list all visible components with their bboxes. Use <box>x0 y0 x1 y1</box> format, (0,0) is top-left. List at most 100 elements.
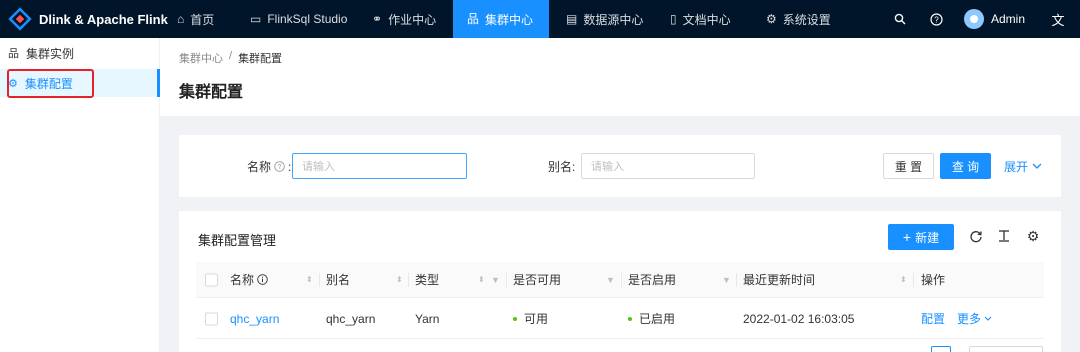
home-icon: ⌂ <box>177 12 185 26</box>
cluster-icon: 品 <box>8 48 19 60</box>
column-divider <box>506 273 507 287</box>
table-title: 集群配置管理 <box>198 233 277 248</box>
sort-icon[interactable]: ⬍ <box>396 262 403 297</box>
page-title: 集群配置 <box>179 84 244 101</box>
filter-icon[interactable]: ▼ <box>606 262 615 297</box>
settings-icon: ⚙ <box>766 12 777 26</box>
sort-icon[interactable]: ⬍ <box>478 262 485 297</box>
name-label-text: 名称 <box>247 160 272 174</box>
sidebar-item-label: 集群实例 <box>26 46 75 61</box>
info-icon <box>257 274 268 285</box>
brand-title: Dlink & Apache Flink <box>39 11 168 27</box>
breadcrumb-parent[interactable]: 集群中心 <box>179 50 223 66</box>
table-header: 名称 ⬍ 别名 ⬍ 类型 ⬍ ▼ 是否可用 ▼ 是否启用 ▼ 最近更新时间 ⬍ <box>196 262 1044 298</box>
expand-label: 展开 <box>1003 159 1028 174</box>
column-header-enabled[interactable]: 是否启用 <box>628 262 676 297</box>
flink-logo-icon <box>8 7 32 31</box>
plus-icon: + <box>902 229 912 245</box>
nav-cluster-center-label: 集群中心 <box>485 12 534 27</box>
config-link[interactable]: 配置 <box>921 299 945 338</box>
new-button[interactable]: + 新建 <box>888 224 954 250</box>
nav-datasource-center[interactable]: ▤ 数据源中心 <box>552 0 657 38</box>
column-header-updated[interactable]: 最近更新时间 <box>743 262 815 297</box>
colon: : <box>288 159 292 174</box>
expand-button[interactable]: 展开 <box>1001 153 1045 179</box>
filter-icon[interactable]: ▼ <box>722 262 731 297</box>
breadcrumb: 集群中心 / 集群配置 <box>179 50 282 66</box>
column-divider <box>736 273 737 287</box>
page-header: 集群中心 / 集群配置 集群配置 <box>160 38 1080 116</box>
column-alias-label: 别名 <box>326 273 351 287</box>
user-name: Admin <box>991 12 1026 26</box>
more-dropdown[interactable]: 更多 <box>957 299 992 338</box>
table-card: 集群配置管理 + 新建 ⚙ 名称 ⬍ 别名 ⬍ 类型 ⬍ ▼ 是否可用 ▼ 是否… <box>179 211 1061 352</box>
cell-available-text: 可用 <box>524 312 549 326</box>
nav-job-center[interactable]: ⚭ 作业中心 <box>358 0 450 38</box>
sort-icon[interactable]: ⬍ <box>306 262 313 297</box>
help-circle-icon: ? <box>274 161 285 172</box>
cell-type: Yarn <box>415 311 440 326</box>
name-input[interactable]: 请输入 <box>292 153 467 179</box>
reset-button[interactable]: 重 置 <box>883 153 934 179</box>
density-icon[interactable] <box>996 228 1012 244</box>
sidebar: 品 集群实例 ⚙ 集群配置 <box>0 38 160 352</box>
column-name-label: 名称 <box>230 273 255 287</box>
column-settings-icon[interactable]: ⚙ <box>1025 228 1041 244</box>
row-checkbox[interactable] <box>205 312 218 325</box>
cell-updated: 2022-01-02 16:03:05 <box>743 311 855 326</box>
query-button[interactable]: 查 询 <box>940 153 991 179</box>
cell-name-link[interactable]: qhc_yarn <box>230 299 279 338</box>
highlight-box <box>7 69 94 98</box>
cell-enabled: 已启用 <box>628 299 675 338</box>
pagination-current-page[interactable] <box>931 346 951 352</box>
alias-input[interactable]: 请输入 <box>581 153 755 179</box>
column-divider <box>319 273 320 287</box>
cluster-icon: 品 <box>467 12 480 26</box>
help-icon[interactable]: ? <box>926 0 946 38</box>
filter-icon[interactable]: ▼ <box>491 262 500 297</box>
table-row[interactable]: qhc_yarn qhc_yarn Yarn 可用 已启用 2022-01-02… <box>196 299 1044 339</box>
search-icon[interactable] <box>890 0 910 38</box>
column-divider <box>408 273 409 287</box>
nav-system-settings-label: 系统设置 <box>782 12 831 27</box>
cell-alias: qhc_yarn <box>326 311 376 326</box>
page-size-select[interactable] <box>969 346 1043 352</box>
cell-enabled-text: 已启用 <box>639 312 676 326</box>
status-dot <box>513 316 517 321</box>
column-divider <box>621 273 622 287</box>
column-header-alias[interactable]: 别名 <box>326 262 350 297</box>
column-updated-label: 最近更新时间 <box>743 273 816 287</box>
column-header-available[interactable]: 是否可用 <box>513 262 561 297</box>
svg-text:?: ? <box>934 15 939 24</box>
nav-flinksql-studio[interactable]: ▭ FlinkSql Studio <box>236 0 361 38</box>
status-dot <box>628 316 632 321</box>
new-label: 新建 <box>915 230 940 245</box>
nav-cluster-center[interactable]: 品 集群中心 <box>453 0 549 38</box>
column-header-name[interactable]: 名称 <box>230 262 268 297</box>
brand[interactable]: Dlink & Apache Flink <box>0 0 168 38</box>
sort-icon[interactable]: ⬍ <box>900 262 907 297</box>
name-field-label: 名称 ? : <box>247 158 291 175</box>
breadcrumb-separator: / <box>229 50 233 62</box>
select-all-checkbox[interactable] <box>205 273 218 286</box>
column-enabled-label: 是否启用 <box>628 273 677 287</box>
column-header-type[interactable]: 类型 <box>415 262 439 297</box>
nav-system-settings[interactable]: ⚙ 系统设置 <box>752 0 845 38</box>
nav-home[interactable]: ⌂ 首页 <box>163 0 228 38</box>
chevron-down-icon <box>984 316 992 321</box>
sidebar-item-cluster-instance[interactable]: 品 集群实例 <box>0 39 160 67</box>
cell-available: 可用 <box>513 299 548 338</box>
language-icon[interactable]: 文 <box>1048 0 1068 38</box>
nav-job-center-label: 作业中心 <box>388 12 437 27</box>
console-icon: ▭ <box>250 12 262 26</box>
alias-field-label: 别名: <box>548 160 576 174</box>
more-label: 更多 <box>957 312 982 326</box>
nav-home-label: 首页 <box>190 12 215 27</box>
user-menu[interactable]: Admin <box>964 0 1038 38</box>
chevron-down-icon <box>1032 163 1042 169</box>
column-divider <box>913 273 914 287</box>
avatar <box>964 9 984 29</box>
document-icon: ▯ <box>670 12 677 26</box>
reload-icon[interactable] <box>968 228 984 244</box>
nav-document-center[interactable]: ▯ 文档中心 <box>656 0 745 38</box>
